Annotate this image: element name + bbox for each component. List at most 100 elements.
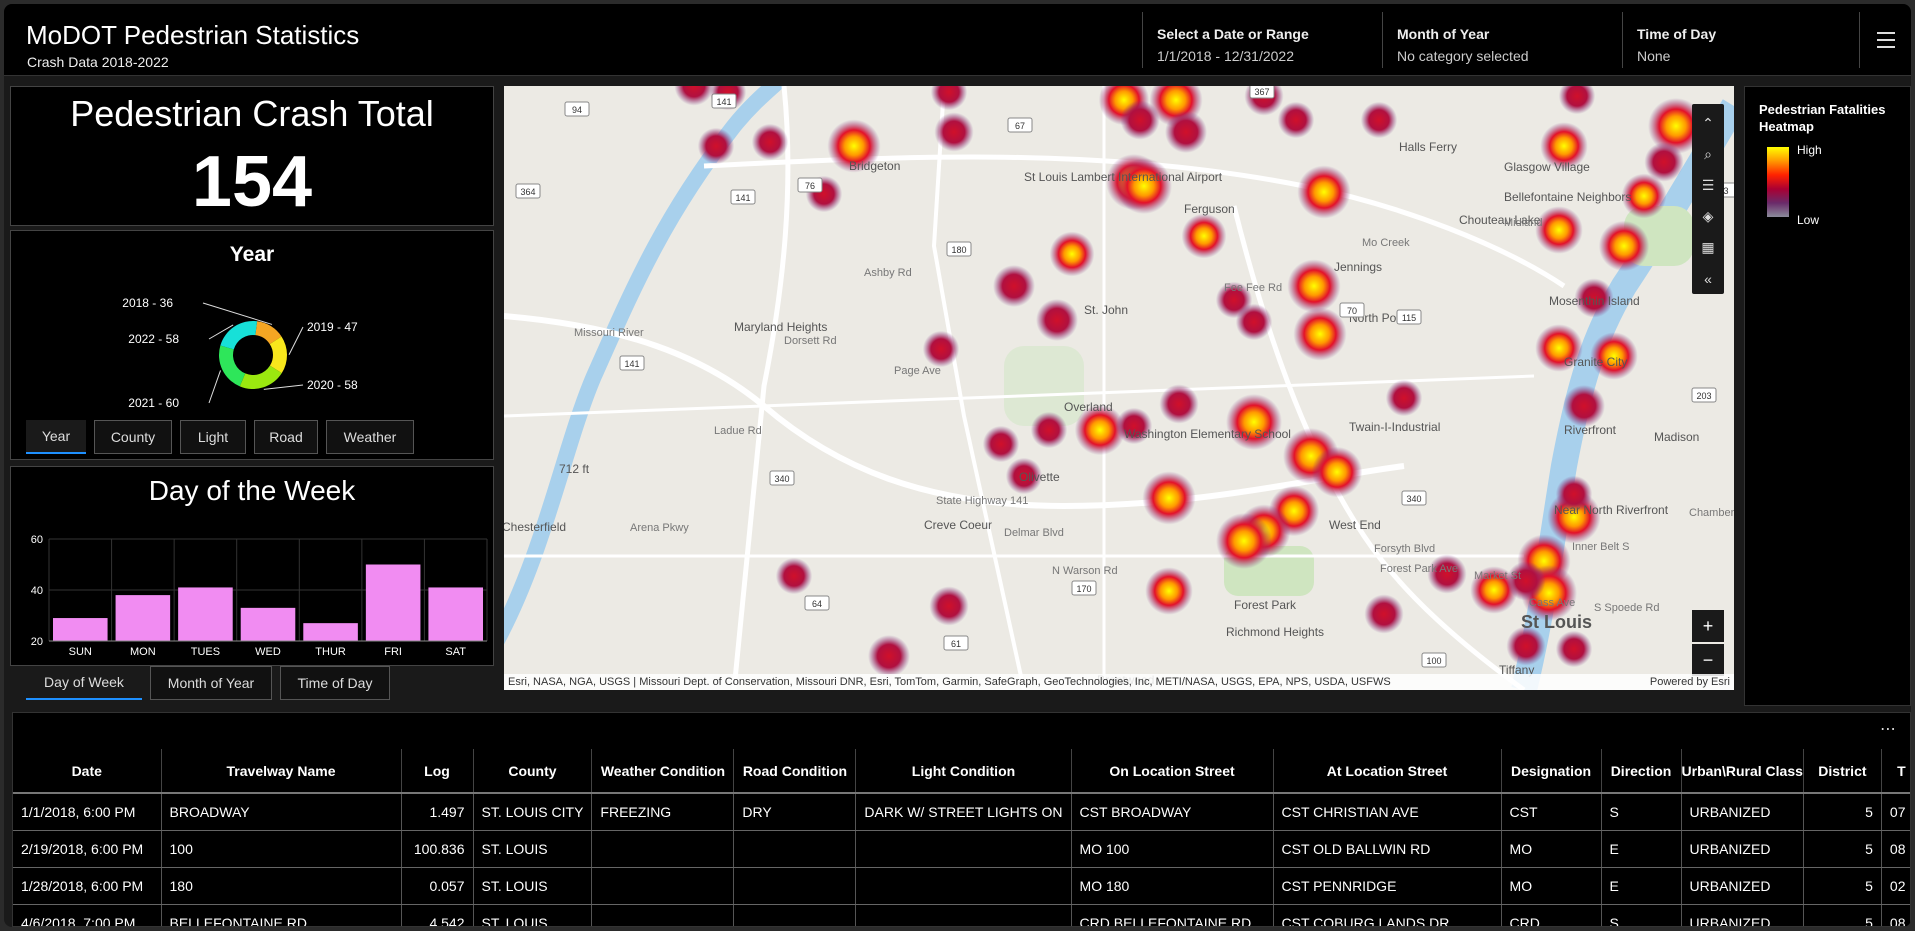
search-icon[interactable]: ⌕: [1692, 139, 1724, 170]
column-header[interactable]: On Location Street: [1071, 749, 1274, 794]
column-header[interactable]: Urban\Rural Class: [1681, 749, 1804, 794]
day-of-week-bar-chart: 20 40 60 SUN MON TUES WED THUR FRI SAT: [31, 534, 488, 658]
heat-spot[interactable]: [1385, 379, 1423, 417]
heat-spot[interactable]: [1165, 111, 1207, 153]
layers-icon[interactable]: ◈: [1692, 201, 1724, 232]
heat-spot[interactable]: [993, 265, 1035, 307]
column-header[interactable]: Road Condition: [733, 749, 857, 794]
tab-weather[interactable]: Weather: [326, 420, 414, 454]
heat-spot[interactable]: [1235, 303, 1273, 341]
donut-slice-2022[interactable]: [220, 321, 258, 350]
heat-spot[interactable]: [1558, 86, 1596, 115]
heat-spot[interactable]: [775, 557, 813, 595]
column-header[interactable]: Designation: [1501, 749, 1602, 794]
powered-by-esri[interactable]: Powered by Esri: [1650, 676, 1730, 688]
heat-spot[interactable]: [1364, 594, 1404, 634]
heat-spot[interactable]: [1049, 231, 1095, 277]
heat-spot[interactable]: [1142, 471, 1196, 525]
bar-MON[interactable]: [115, 595, 171, 641]
qr-icon[interactable]: ▦: [1692, 232, 1724, 263]
heat-spot[interactable]: [982, 425, 1020, 463]
bar-TUES[interactable]: [178, 587, 233, 641]
map-canvas[interactable]: Bridgeton St Louis Lambert International …: [504, 86, 1734, 690]
heat-spot[interactable]: [934, 112, 974, 152]
heat-spot[interactable]: [1293, 307, 1347, 361]
donut-slice-2020[interactable]: [239, 365, 282, 389]
list-icon[interactable]: ☰: [1692, 170, 1724, 201]
column-header[interactable]: District: [1803, 749, 1882, 794]
bar-FRI[interactable]: [365, 564, 421, 642]
table-cell: E: [1601, 867, 1682, 905]
time-of-day-filter[interactable]: Time of Day None: [1622, 12, 1859, 68]
donut-slice-2021[interactable]: [219, 345, 246, 387]
tab-month-of-year[interactable]: Month of Year: [150, 666, 272, 700]
column-header[interactable]: Direction: [1601, 749, 1682, 794]
heat-spot[interactable]: [1036, 299, 1078, 341]
tab-light[interactable]: Light: [180, 420, 246, 454]
column-header[interactable]: Log: [401, 749, 474, 794]
heat-spot[interactable]: [1644, 142, 1684, 182]
table-row[interactable]: 1/1/2018, 6:00 PM BROADWAY 1.497 ST. LOUIS …: [13, 793, 1910, 831]
tab-road[interactable]: Road: [254, 420, 318, 454]
tab-day-of-week[interactable]: Day of Week: [26, 666, 142, 700]
heat-spot[interactable]: [751, 123, 789, 161]
column-header[interactable]: At Location Street: [1273, 749, 1502, 794]
bar-THUR[interactable]: [303, 623, 358, 641]
heat-spot[interactable]: [1563, 385, 1605, 427]
chevrons-left-icon[interactable]: «: [1692, 263, 1724, 294]
month-of-year-filter[interactable]: Month of Year No category selected: [1382, 12, 1622, 68]
heat-spot[interactable]: [1030, 411, 1068, 449]
table-cell: URBANIZED: [1681, 793, 1804, 831]
route-shield-label: 76: [805, 181, 815, 191]
zoom-in-button[interactable]: +: [1692, 610, 1724, 642]
zoom-out-button[interactable]: −: [1692, 644, 1724, 676]
heat-spot[interactable]: [1277, 101, 1315, 139]
column-header[interactable]: Weather Condition: [591, 749, 735, 794]
column-header[interactable]: County: [473, 749, 593, 794]
hamburger-menu-icon[interactable]: [1859, 12, 1911, 68]
crash-table: Date Travelway Name Log County Weather Condi…: [13, 749, 1910, 926]
heat-spot[interactable]: [929, 586, 969, 626]
heat-spot[interactable]: [1216, 513, 1272, 569]
column-header[interactable]: Travelway Name: [161, 749, 402, 794]
heat-spot[interactable]: [1287, 259, 1341, 313]
heat-spot[interactable]: [868, 635, 910, 677]
heat-spot[interactable]: [922, 330, 960, 368]
table-row[interactable]: 2/19/2018, 6:00 PM 100 100.836 ST. LOUIS MO …: [13, 830, 1910, 868]
heat-spot[interactable]: [1226, 394, 1282, 450]
place-label: Jennings: [1334, 260, 1382, 274]
tab-county[interactable]: County: [94, 420, 172, 454]
column-header[interactable]: T: [1881, 749, 1910, 794]
column-header[interactable]: Date: [13, 749, 162, 794]
more-options-icon[interactable]: ⋯: [1880, 719, 1896, 739]
table-cell: [733, 904, 857, 926]
heat-spot[interactable]: [1120, 100, 1160, 140]
heat-spot[interactable]: [1360, 101, 1398, 139]
tab-time-of-day[interactable]: Time of Day: [280, 666, 390, 700]
place-label: Glasgow Village: [1504, 160, 1590, 174]
heat-spot[interactable]: [1598, 220, 1650, 272]
heat-spot[interactable]: [674, 86, 714, 106]
heat-spot[interactable]: [1297, 165, 1351, 219]
date-range-filter[interactable]: Select a Date or Range 1/1/2018 - 12/31/…: [1142, 12, 1382, 68]
table-row[interactable]: 1/28/2018, 6:00 PM 180 0.057 ST. LOUIS MO 18…: [13, 867, 1910, 905]
chevrons-up-icon[interactable]: ⌃: [1692, 108, 1724, 139]
bar-WED[interactable]: [240, 607, 296, 641]
heat-spot[interactable]: [1116, 158, 1172, 214]
heat-spot[interactable]: [1506, 626, 1546, 666]
heat-spot[interactable]: [1311, 446, 1363, 498]
heat-spot[interactable]: [930, 86, 968, 111]
bar-SUN[interactable]: [53, 618, 108, 641]
heat-spot[interactable]: [1159, 384, 1199, 424]
column-header[interactable]: Light Condition: [855, 749, 1072, 794]
table-row[interactable]: 4/6/2018, 7:00 PM BELLEFONTAINE RD 4.542 ST…: [13, 904, 1910, 926]
tab-year[interactable]: Year: [26, 420, 86, 454]
heat-spot[interactable]: [1535, 206, 1583, 254]
heat-spot[interactable]: [1181, 213, 1227, 259]
place-label: Halls Ferry: [1399, 140, 1457, 154]
heat-spot[interactable]: [697, 127, 735, 165]
heatmap-map[interactable]: Bridgeton St Louis Lambert International …: [504, 86, 1734, 690]
heat-spot[interactable]: [1555, 630, 1593, 668]
bar-SAT[interactable]: [428, 587, 483, 641]
heat-spot[interactable]: [1145, 567, 1193, 615]
